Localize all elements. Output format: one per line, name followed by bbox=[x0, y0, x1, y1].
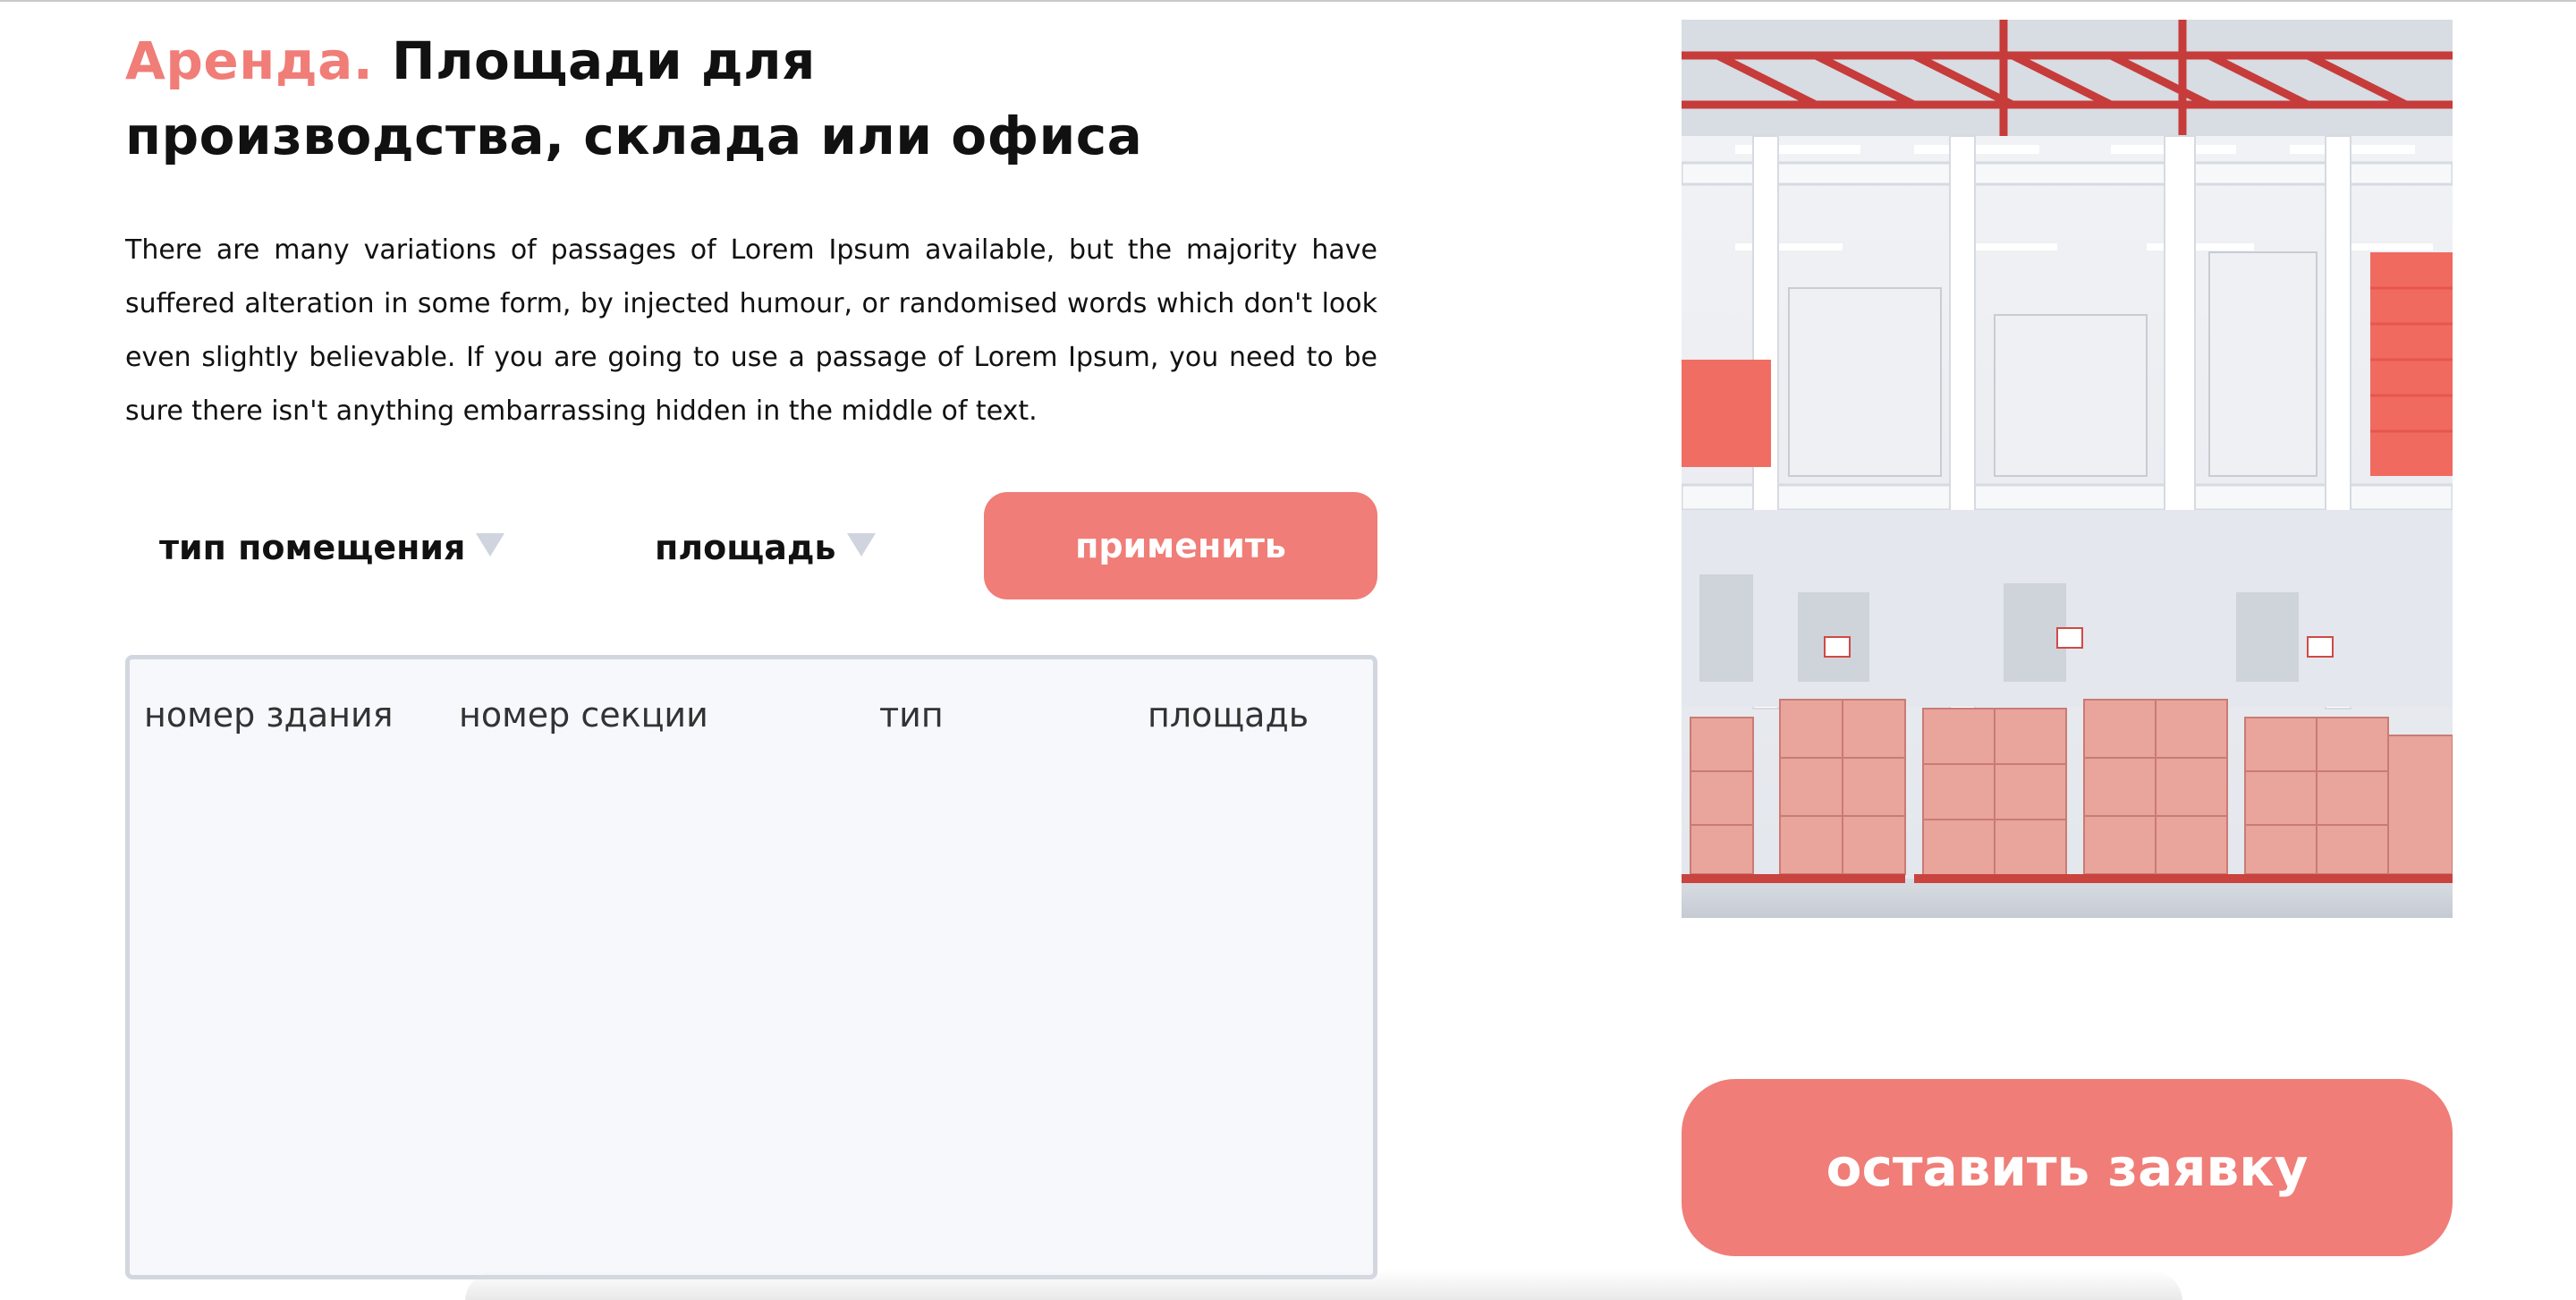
triangle-down-icon bbox=[846, 533, 876, 557]
triangle-down-icon bbox=[476, 533, 505, 557]
page: Аренда. Площади для производства, склада… bbox=[0, 0, 2576, 1300]
filter-room-type-dropdown[interactable]: тип помещения bbox=[159, 521, 505, 574]
title-accent: Аренда. bbox=[125, 30, 374, 91]
filter-area-dropdown[interactable]: площадь bbox=[655, 521, 876, 574]
column-type: тип bbox=[879, 695, 944, 735]
filter-area-label: площадь bbox=[655, 528, 836, 567]
page-title: Аренда. Площади для производства, склада… bbox=[125, 23, 1199, 174]
column-section-number: номер секции bbox=[459, 695, 708, 735]
column-area: площадь bbox=[1148, 695, 1309, 735]
intro-paragraph: There are many variations of passages of… bbox=[125, 234, 1377, 427]
premises-table: номер здания номер секции тип площадь bbox=[125, 655, 1377, 1279]
submit-request-button[interactable]: оставить заявку bbox=[1682, 1079, 2453, 1256]
table-header: номер здания номер секции тип площадь bbox=[130, 695, 1373, 749]
column-building-number: номер здания bbox=[144, 695, 394, 735]
apply-button[interactable]: применить bbox=[984, 492, 1377, 599]
filter-room-type-label: тип помещения bbox=[159, 528, 466, 567]
bottom-shadow bbox=[465, 1270, 2182, 1300]
warehouse-photo bbox=[1682, 20, 2453, 918]
